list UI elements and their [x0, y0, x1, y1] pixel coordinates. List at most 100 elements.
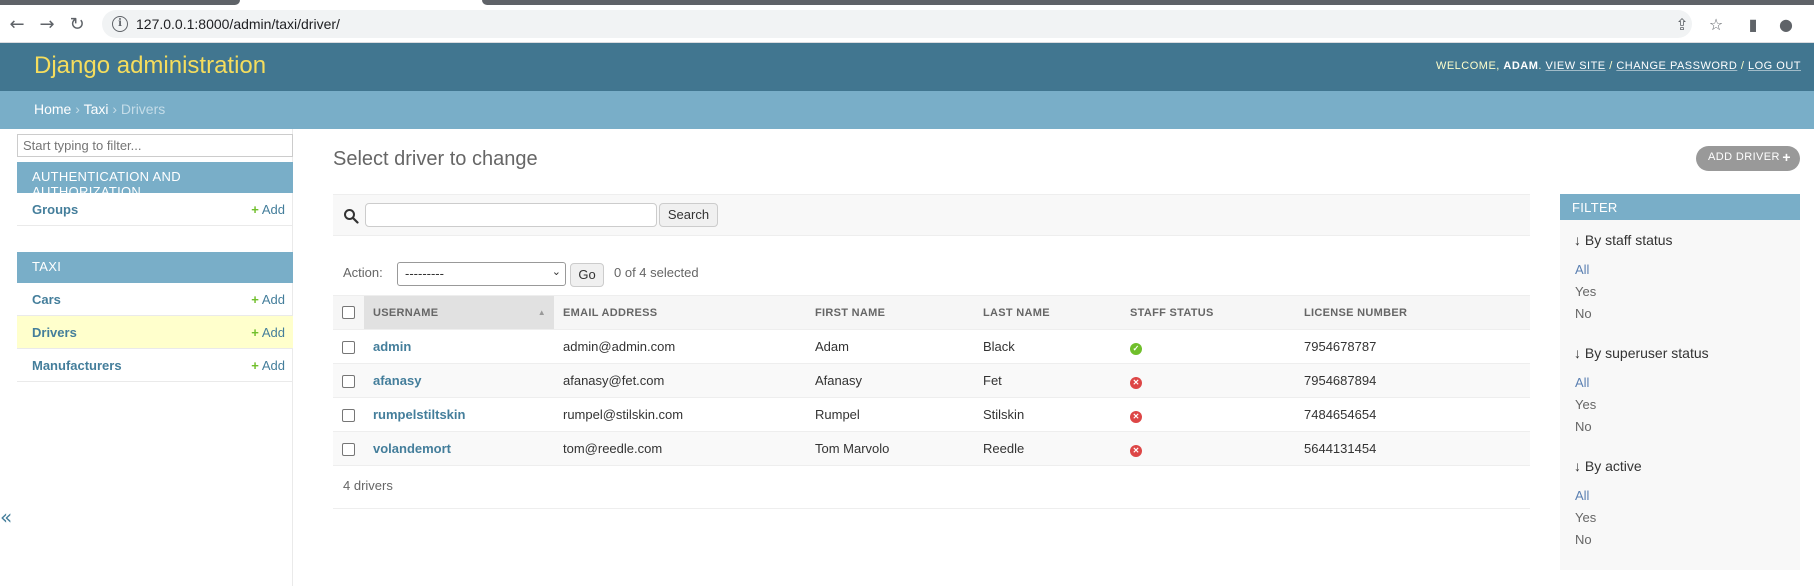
filter-option-active-no[interactable]: No — [1575, 532, 1592, 547]
table-row: volandemort tom@reedle.com Tom Marvolo R… — [333, 431, 1530, 466]
filter-option-staff-no[interactable]: No — [1575, 306, 1592, 321]
view-site-link[interactable]: VIEW SITE — [1546, 60, 1606, 72]
search-icon — [344, 209, 359, 224]
row-checkbox[interactable] — [342, 375, 355, 389]
column-first-name[interactable]: FIRST NAME — [806, 295, 974, 330]
row-email: afanasy@fet.com — [554, 363, 806, 398]
side-panel-icon[interactable]: ▮ — [1742, 14, 1764, 36]
filter-option-superuser-yes[interactable]: Yes — [1575, 397, 1596, 412]
add-groups-link[interactable]: + Add — [251, 202, 285, 217]
changelist-filter: FILTER ↓ By staff status All Yes No ↓ By… — [1560, 194, 1800, 570]
row-license: 7484654654 — [1295, 397, 1530, 432]
row-last-name: Black — [974, 329, 1121, 364]
add-cars-link[interactable]: + Add — [251, 292, 285, 307]
row-checkbox[interactable] — [342, 409, 355, 423]
select-all-header — [333, 295, 364, 330]
bookmark-star-icon[interactable]: ☆ — [1705, 14, 1727, 36]
yes-check-icon: ✓ — [1130, 342, 1142, 355]
log-out-link[interactable]: LOG OUT — [1748, 60, 1801, 72]
no-cross-icon: ✕ — [1130, 410, 1142, 423]
sidebar-item-label[interactable]: Drivers — [32, 325, 77, 340]
row-email: tom@reedle.com — [554, 431, 806, 466]
breadcrumb: Home › Taxi › Drivers — [0, 91, 1814, 129]
sort-arrow-icon[interactable]: ▲ — [538, 308, 546, 317]
search-toolbar: Search — [333, 194, 1530, 236]
filter-option-staff-yes[interactable]: Yes — [1575, 284, 1596, 299]
search-input[interactable] — [365, 203, 657, 227]
plus-icon: + — [251, 358, 259, 373]
plus-icon: + — [251, 202, 259, 217]
sidebar-item-cars: Cars + Add — [17, 283, 293, 316]
row-checkbox[interactable] — [342, 443, 355, 457]
sidebar-item-manufacturers: Manufacturers + Add — [17, 349, 293, 382]
action-selected-value: --------- — [405, 266, 444, 281]
username: ADAM — [1503, 60, 1539, 72]
filter-heading-active: ↓ By active — [1574, 458, 1642, 474]
column-license-number[interactable]: LICENSE NUMBER — [1295, 295, 1530, 330]
row-last-name: Stilskin — [974, 397, 1121, 432]
url-text[interactable]: 127.0.0.1:8000/admin/taxi/driver/ — [136, 16, 340, 32]
breadcrumb-current: Drivers — [120, 101, 166, 117]
column-username[interactable]: USERNAME ▲ — [364, 295, 554, 330]
sidebar-item-label[interactable]: Groups — [32, 202, 78, 217]
reload-icon[interactable]: ↻ — [66, 14, 88, 36]
action-select[interactable]: --------- ⌄ — [397, 262, 566, 286]
url-host: 127.0.0.1 — [136, 16, 195, 32]
no-cross-icon: ✕ — [1130, 444, 1142, 457]
forward-arrow-icon[interactable]: → — [36, 14, 58, 36]
breadcrumb-home[interactable]: Home — [34, 101, 71, 117]
change-password-link[interactable]: CHANGE PASSWORD — [1616, 60, 1737, 72]
filter-option-active-all[interactable]: All — [1575, 488, 1589, 503]
filter-heading-staff: ↓ By staff status — [1574, 232, 1673, 248]
actions-bar: Action: --------- ⌄ Go 0 of 4 selected — [333, 256, 1530, 292]
share-icon[interactable]: ⇪ — [1671, 14, 1693, 36]
row-checkbox[interactable] — [342, 341, 355, 355]
row-first-name: Tom Marvolo — [806, 431, 974, 466]
address-bar[interactable]: i 127.0.0.1:8000/admin/taxi/driver/ — [102, 10, 1692, 38]
back-arrow-icon[interactable]: ← — [6, 14, 28, 36]
column-staff-status[interactable]: STAFF STATUS — [1121, 295, 1295, 330]
column-last-name[interactable]: LAST NAME — [974, 295, 1121, 330]
go-button[interactable]: Go — [570, 263, 604, 287]
user-tools: WELCOME, ADAM. VIEW SITE / CHANGE PASSWO… — [1435, 60, 1801, 72]
table-row: rumpelstiltskin rumpel@stilskin.com Rump… — [333, 397, 1530, 432]
select-all-checkbox[interactable] — [342, 306, 355, 319]
row-last-name: Fet — [974, 363, 1121, 398]
action-label: Action: — [343, 265, 383, 280]
row-license: 7954687894 — [1295, 363, 1530, 398]
sidebar-item-label[interactable]: Manufacturers — [32, 358, 122, 373]
paginator: 4 drivers — [333, 466, 1530, 509]
filter-option-active-yes[interactable]: Yes — [1575, 510, 1596, 525]
welcome-text: WELCOME, — [1435, 60, 1500, 72]
no-cross-icon: ✕ — [1130, 376, 1142, 389]
filter-option-superuser-all[interactable]: All — [1575, 375, 1589, 390]
row-username-link[interactable]: rumpelstiltskin — [373, 407, 465, 422]
admin-header: Django administration WELCOME, ADAM. VIE… — [0, 43, 1814, 91]
browser-toolbar: ← → ↻ i 127.0.0.1:8000/admin/taxi/driver… — [0, 5, 1814, 43]
row-email: rumpel@stilskin.com — [554, 397, 806, 432]
toggle-nav-sidebar-icon[interactable]: « — [0, 505, 14, 529]
chevron-down-icon: ⌄ — [551, 266, 561, 278]
site-branding[interactable]: Django administration — [34, 52, 266, 80]
add-drivers-link[interactable]: + Add — [251, 325, 285, 340]
row-username-link[interactable]: volandemort — [373, 441, 451, 456]
row-first-name: Rumpel — [806, 397, 974, 432]
row-email: admin@admin.com — [554, 329, 806, 364]
site-info-icon[interactable]: i — [112, 16, 128, 32]
app-caption-taxi[interactable]: TAXI — [17, 252, 293, 283]
add-driver-button[interactable]: ADD DRIVER + — [1696, 146, 1800, 171]
filter-option-staff-all[interactable]: All — [1575, 262, 1589, 277]
nav-filter-input[interactable] — [17, 134, 293, 157]
plus-icon: + — [251, 292, 259, 307]
row-username-link[interactable]: afanasy — [373, 373, 421, 388]
url-path: :8000/admin/taxi/driver/ — [194, 16, 340, 32]
app-caption-auth[interactable]: AUTHENTICATION AND AUTHORIZATION — [17, 162, 293, 199]
filter-option-superuser-no[interactable]: No — [1575, 419, 1592, 434]
column-email[interactable]: EMAIL ADDRESS — [554, 295, 806, 330]
sidebar-item-label[interactable]: Cars — [32, 292, 61, 307]
breadcrumb-app[interactable]: Taxi — [84, 101, 109, 117]
search-button[interactable]: Search — [659, 203, 718, 227]
row-username-link[interactable]: admin — [373, 339, 411, 354]
profile-avatar-icon[interactable]: ● — [1775, 14, 1797, 36]
add-manufacturers-link[interactable]: + Add — [251, 358, 285, 373]
